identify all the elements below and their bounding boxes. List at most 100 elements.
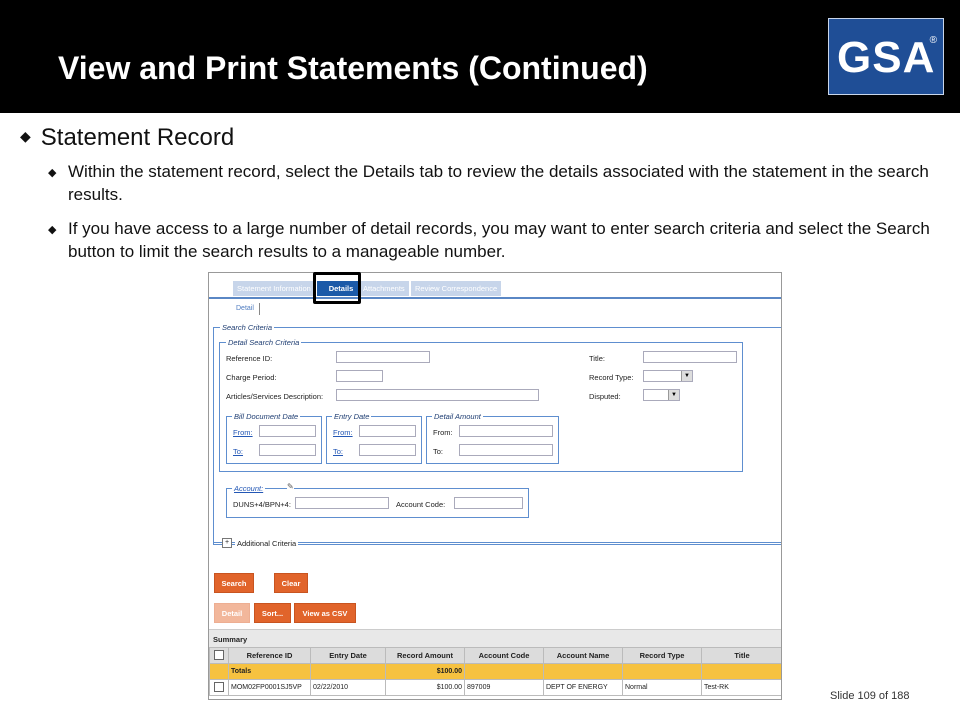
results-table: Reference ID Entry Date Record Amount Ac… [209, 647, 781, 696]
cell-reference-id: MOM02FP0001SJ5VP [228, 679, 311, 696]
clear-button[interactable]: Clear [274, 573, 308, 593]
record-type-label: Record Type: [589, 373, 634, 382]
amount-from-input[interactable] [459, 425, 553, 437]
cell-record-type: Normal [622, 679, 702, 696]
table-row[interactable]: MOM02FP0001SJ5VP 02/22/2010 $100.00 8970… [209, 679, 781, 696]
summary-label: Summary [213, 635, 248, 644]
column-header[interactable]: Account Name [543, 647, 623, 664]
divider [259, 303, 260, 315]
amount-to-label: To: [433, 447, 444, 456]
row-select-cell[interactable] [209, 679, 229, 696]
bullet-sub-2: ◆ If you have access to a large number o… [48, 217, 948, 263]
chevron-down-icon: ▼ [668, 390, 679, 400]
account-legend-link[interactable]: Account: [232, 484, 266, 493]
detail-subnav-link[interactable]: Detail [236, 305, 254, 312]
column-header[interactable]: Entry Date [310, 647, 386, 664]
duns-input[interactable] [295, 497, 389, 509]
table-cell [464, 663, 544, 680]
bullet-sub-1-text: Within the statement record, select the … [68, 162, 929, 204]
pencil-icon[interactable]: ✎ [287, 482, 294, 491]
slide-header: View and Print Statements (Continued) GS… [0, 0, 960, 113]
tab-review-correspondence[interactable]: Review Correspondence [411, 281, 502, 296]
title-label: Title: [589, 354, 605, 363]
entry-from-link[interactable]: From: [333, 428, 353, 437]
detail-search-legend: Detail Search Criteria [226, 338, 302, 347]
tab-bar: Statement Information Details Attachment… [209, 273, 781, 299]
view-as-csv-button[interactable]: View as CSV [294, 603, 356, 623]
search-criteria-legend: Search Criteria [220, 323, 275, 332]
bill-from-link[interactable]: From: [233, 428, 253, 437]
amount-from-label: From: [433, 428, 453, 437]
entry-date-legend: Entry Date [332, 412, 372, 421]
bill-to-link[interactable]: To: [233, 447, 243, 456]
cell-title: Test-RK [701, 679, 781, 696]
cell-account-name: DEPT OF ENERGY [543, 679, 623, 696]
registered-mark: ® [929, 35, 937, 46]
charge-period-label: Charge Period: [226, 373, 277, 382]
title-input[interactable] [643, 351, 737, 363]
column-header[interactable]: Account Code [464, 647, 544, 664]
divider [213, 542, 781, 543]
record-type-select[interactable]: ▼ [643, 370, 693, 382]
column-header[interactable]: Record Amount [385, 647, 465, 664]
cell-account-code: 897009 [464, 679, 544, 696]
bill-document-date-legend: Bill Document Date [232, 412, 301, 421]
bullet-diamond-icon: ◆ [48, 167, 57, 179]
chevron-down-icon: ▼ [681, 371, 692, 381]
detail-button[interactable]: Detail [214, 603, 250, 623]
disputed-select[interactable]: ▼ [643, 389, 680, 401]
amount-to-input[interactable] [459, 444, 553, 456]
cell-record-amount: $100.00 [385, 679, 465, 696]
expand-plus-icon[interactable]: + [222, 538, 232, 548]
table-cell [543, 663, 623, 680]
totals-label: Totals [228, 663, 311, 680]
sort-button[interactable]: Sort... [254, 603, 291, 623]
disputed-label: Disputed: [589, 392, 621, 401]
table-cell [701, 663, 781, 680]
reference-id-input[interactable] [336, 351, 430, 363]
articles-label: Articles/Services Description: [226, 392, 324, 401]
entry-to-link[interactable]: To: [333, 447, 343, 456]
details-tab-highlight [313, 272, 361, 304]
bullet-sub-2-text: If you have access to a large number of … [68, 219, 930, 261]
additional-criteria-label[interactable]: Additional Criteria [235, 539, 299, 548]
column-header[interactable]: Reference ID [228, 647, 311, 664]
bullet-statement-record: ◆ Statement Record [20, 124, 234, 152]
bullet-diamond-icon: ◆ [20, 128, 31, 144]
totals-row: Totals $100.00 [209, 663, 781, 680]
bullet-diamond-icon: ◆ [48, 224, 57, 236]
search-button[interactable]: Search [214, 573, 254, 593]
table-header-row: Reference ID Entry Date Record Amount Ac… [209, 647, 781, 664]
bullet-sub-1: ◆ Within the statement record, select th… [48, 160, 948, 206]
summary-header: Summary [209, 629, 781, 648]
slide-title: View and Print Statements (Continued) [58, 50, 648, 86]
entry-to-input[interactable] [359, 444, 416, 456]
charge-period-input[interactable] [336, 370, 383, 382]
app-screenshot: Statement Information Details Attachment… [208, 272, 782, 700]
entry-date-fieldset: Entry Date [326, 412, 422, 464]
totals-amount: $100.00 [385, 663, 465, 680]
reference-id-label: Reference ID: [226, 354, 273, 363]
account-code-label: Account Code: [396, 500, 446, 509]
bill-document-date-fieldset: Bill Document Date [226, 412, 322, 464]
table-cell [622, 663, 702, 680]
column-header[interactable]: Record Type [622, 647, 702, 664]
articles-input[interactable] [336, 389, 539, 401]
table-cell [310, 663, 386, 680]
detail-amount-legend: Detail Amount [432, 412, 483, 421]
column-header[interactable]: Title [701, 647, 781, 664]
account-code-input[interactable] [454, 497, 523, 509]
gsa-logo-text: GSA [837, 33, 936, 82]
entry-from-input[interactable] [359, 425, 416, 437]
tab-statement-information[interactable]: Statement Information [233, 281, 315, 296]
bullet-main-text: Statement Record [40, 124, 235, 151]
slide-footer: Slide 109 of 188 [830, 690, 910, 702]
row-checkbox[interactable] [214, 681, 224, 692]
detail-amount-fieldset: Detail Amount [426, 412, 559, 464]
bill-from-input[interactable] [259, 425, 316, 437]
select-all-header[interactable] [209, 647, 229, 664]
select-all-checkbox[interactable] [214, 649, 224, 660]
bill-to-input[interactable] [259, 444, 316, 456]
duns-label: DUNS+4/BPN+4: [233, 500, 291, 509]
tab-attachments[interactable]: Attachments [359, 281, 409, 296]
